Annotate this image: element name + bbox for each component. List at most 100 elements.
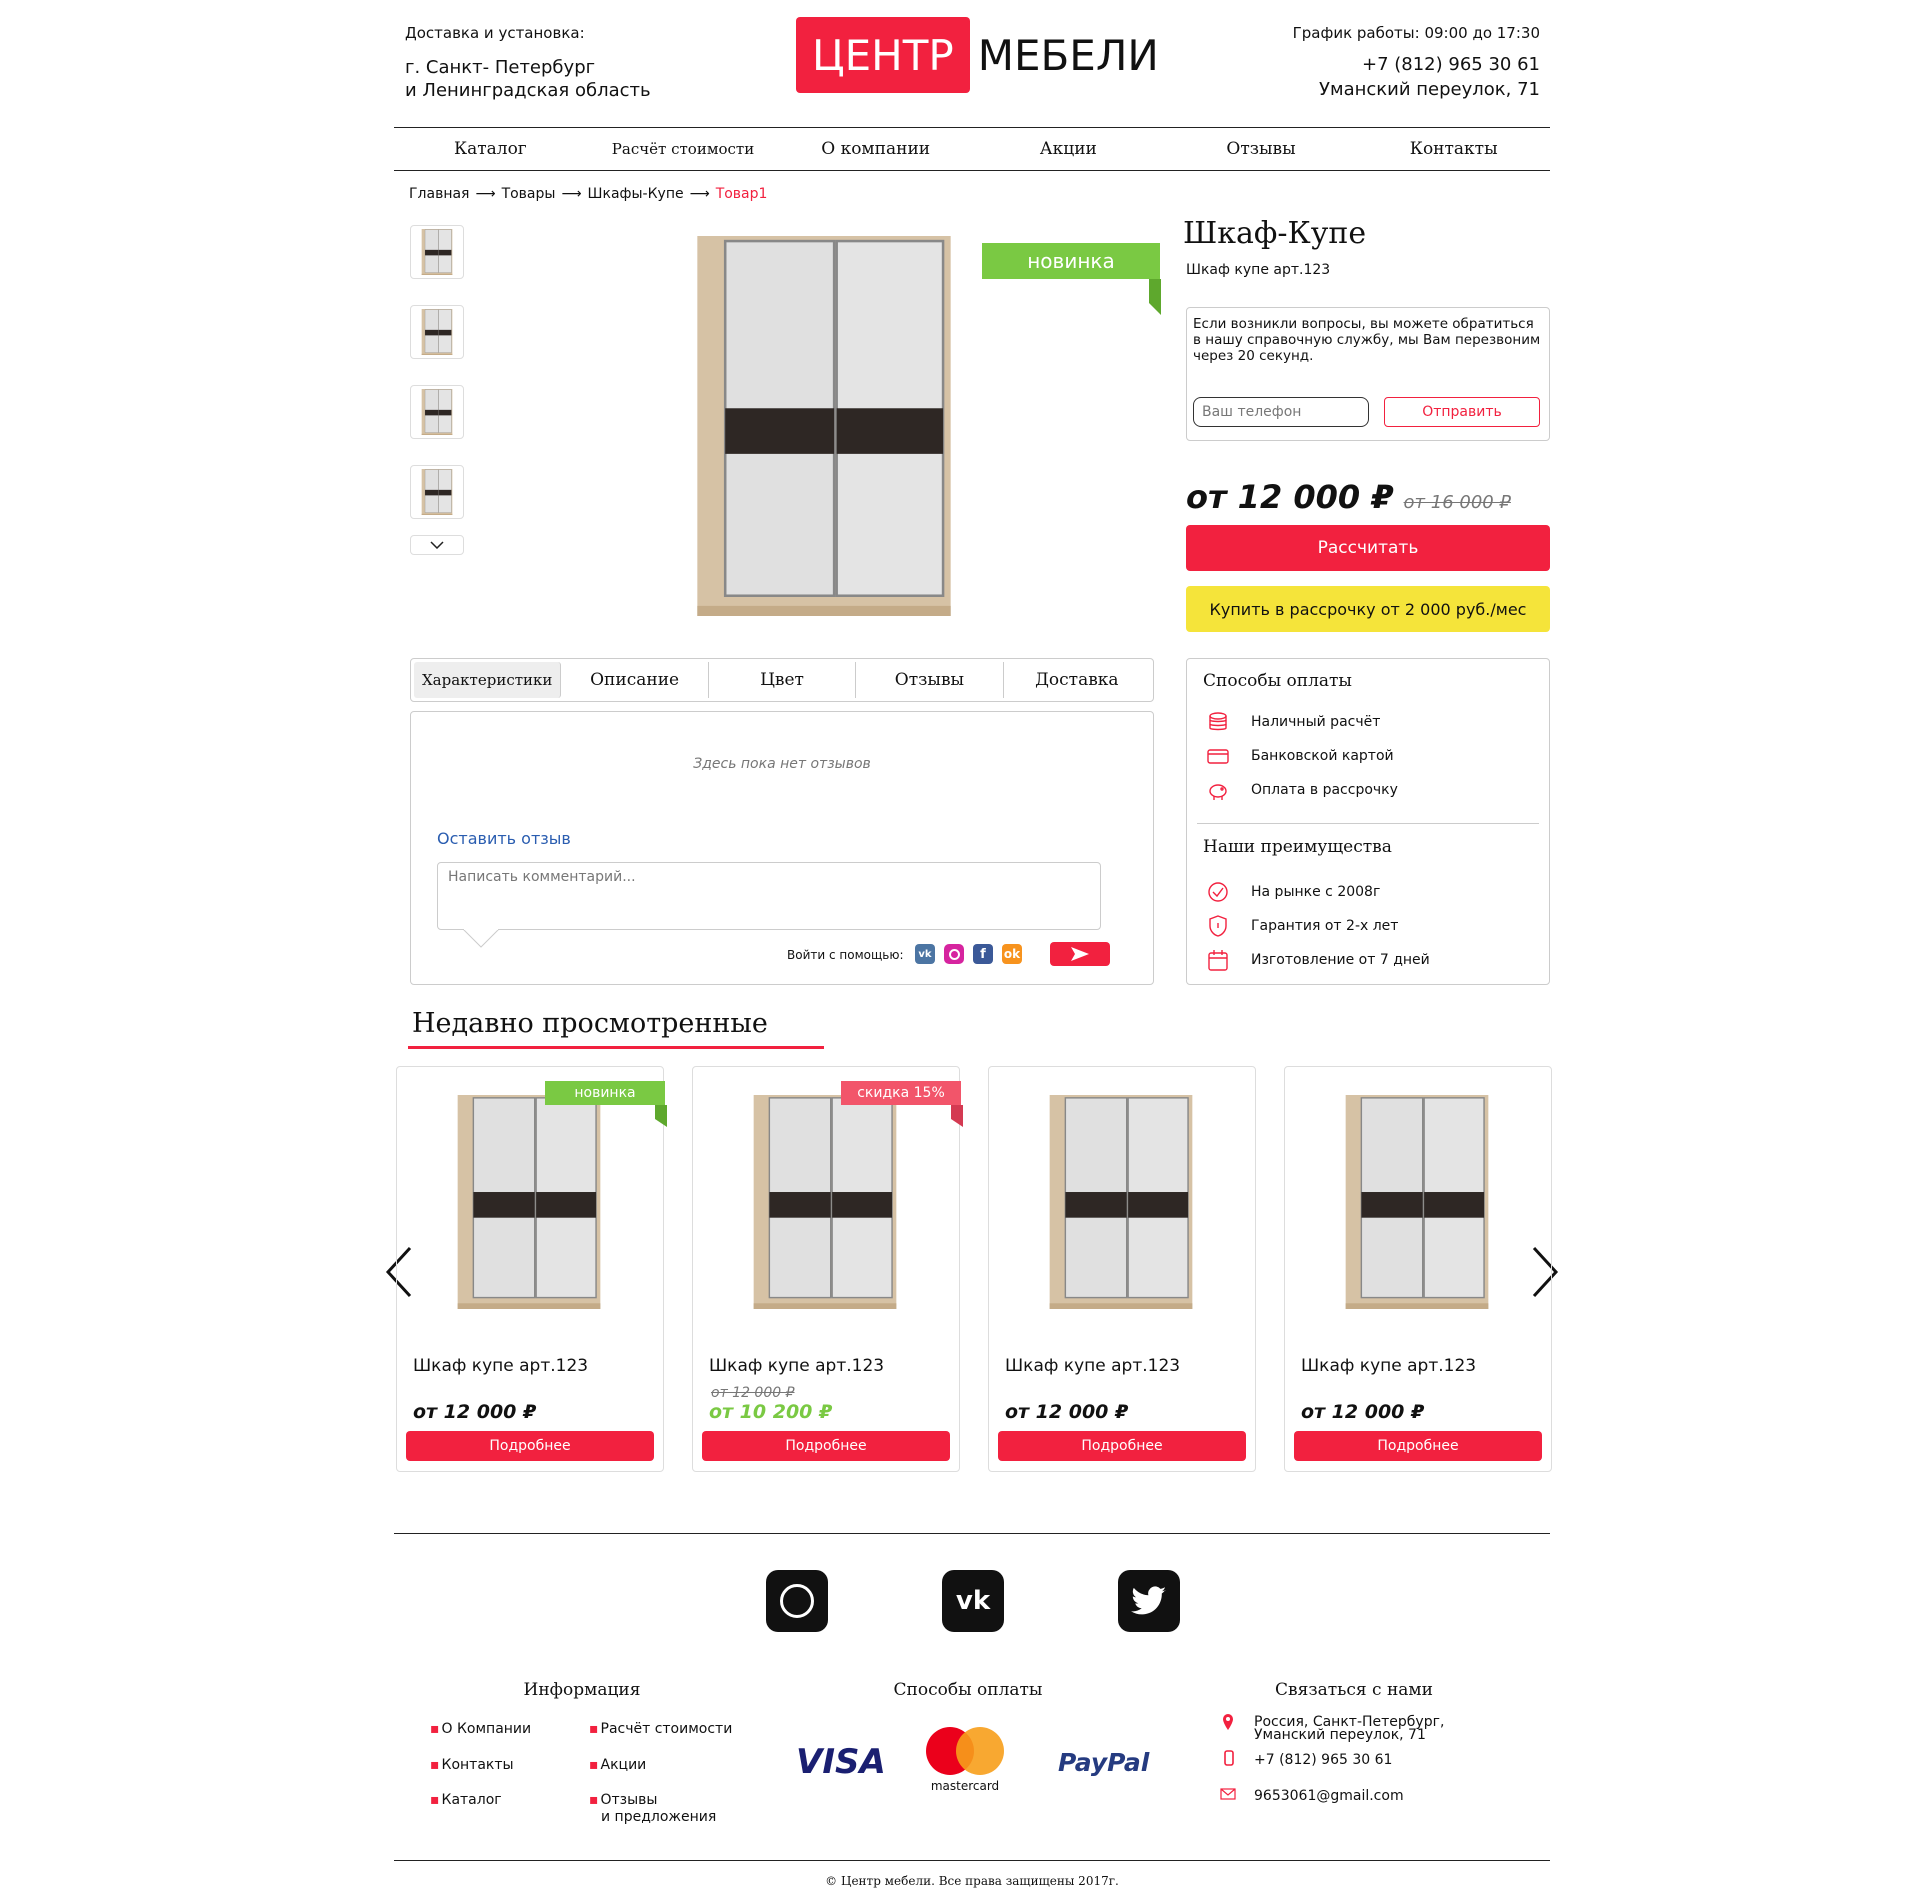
city-line-1: г. Санкт- Петербург bbox=[405, 57, 596, 78]
card-image bbox=[449, 1095, 609, 1309]
nav-calc[interactable]: Расчёт стоимости bbox=[587, 140, 780, 158]
footer-link-reviews[interactable]: ▪ Отзывы и предложения bbox=[589, 1792, 716, 1826]
details-button[interactable]: Подробнее bbox=[406, 1431, 654, 1461]
payment-title: Способы оплаты bbox=[893, 1680, 1043, 1700]
nav-about[interactable]: О компании bbox=[779, 139, 972, 159]
price-block: от 12 000 ₽ от 16 000 ₽ bbox=[1186, 478, 1511, 516]
details-button[interactable]: Подробнее bbox=[702, 1431, 950, 1461]
info-sidebar: Способы оплаты Наличный расчёт Банковско… bbox=[1186, 658, 1550, 985]
callback-box: Если возникли вопросы, вы можете обратит… bbox=[1186, 307, 1550, 441]
callback-text: Если возникли вопросы, вы можете обратит… bbox=[1193, 316, 1541, 364]
chevron-down-icon[interactable] bbox=[410, 535, 464, 555]
details-button[interactable]: Подробнее bbox=[1294, 1431, 1542, 1461]
logo-black-part: МЕБЕЛИ bbox=[977, 30, 1159, 80]
tab-delivery[interactable]: Доставка bbox=[1004, 662, 1150, 698]
link-label: Отзывы bbox=[600, 1792, 658, 1808]
phone-input[interactable]: Ваш телефон bbox=[1193, 397, 1369, 427]
footer-link-contacts[interactable]: ▪ Контакты bbox=[430, 1757, 514, 1774]
installment-button[interactable]: Купить в рассрочку от 2 000 руб./мес bbox=[1186, 586, 1550, 632]
nav-reviews[interactable]: Отзывы bbox=[1165, 139, 1358, 159]
payment-cash: Наличный расчёт bbox=[1251, 714, 1381, 730]
footer-link-about[interactable]: ▪ О Компании bbox=[430, 1721, 531, 1738]
recent-title: Недавно просмотренные bbox=[412, 1008, 768, 1039]
leave-review-link[interactable]: Оставить отзыв bbox=[437, 829, 571, 848]
bullet: ▪ bbox=[589, 1792, 599, 1808]
advantages-title: Наши преимущества bbox=[1203, 837, 1392, 857]
phone-icon bbox=[1224, 1750, 1234, 1766]
payment-card: Банковской картой bbox=[1251, 748, 1394, 764]
footer-bottom-divider bbox=[394, 1860, 1550, 1861]
facebook-icon[interactable]: f bbox=[973, 944, 993, 964]
sale-badge: скидка 15% bbox=[841, 1081, 961, 1105]
product-card[interactable]: Шкаф купе арт.123 от 12 000 ₽ Подробнее bbox=[1284, 1066, 1552, 1472]
comment-input[interactable]: Написать комментарий... bbox=[437, 862, 1101, 930]
crumb-goods[interactable]: Товары bbox=[502, 186, 556, 202]
odnoklassniki-icon[interactable]: ok bbox=[1002, 944, 1022, 964]
product-thumbnail[interactable] bbox=[410, 225, 464, 279]
comment-tail bbox=[463, 929, 499, 948]
ribbon-fold bbox=[951, 1105, 963, 1127]
calculate-button[interactable]: Рассчитать bbox=[1186, 525, 1550, 571]
twitter-icon[interactable] bbox=[1118, 1570, 1180, 1632]
mastercard-label: mastercard bbox=[930, 1779, 1000, 1793]
footer-phone[interactable]: +7 (812) 965 30 61 bbox=[1254, 1752, 1392, 1769]
product-thumbnail[interactable] bbox=[410, 465, 464, 519]
nav-contacts[interactable]: Контакты bbox=[1357, 139, 1550, 159]
crumb-home[interactable]: Главная bbox=[409, 186, 469, 202]
crumb-wardrobes[interactable]: Шкафы-Купе bbox=[588, 186, 684, 202]
arrow-right-icon: ⟶ bbox=[689, 186, 710, 202]
footer-link-catalog[interactable]: ▪ Каталог bbox=[430, 1792, 502, 1809]
credit-card-icon bbox=[1207, 749, 1229, 764]
location-pin-icon bbox=[1223, 1714, 1233, 1730]
contact-title: Связаться с нами bbox=[1275, 1680, 1433, 1700]
card-name: Шкаф купе арт.123 bbox=[709, 1356, 885, 1376]
tab-description[interactable]: Описание bbox=[561, 662, 709, 698]
footer-link-calc[interactable]: ▪ Расчёт стоимости bbox=[589, 1721, 732, 1738]
link-label: Контакты bbox=[441, 1757, 514, 1773]
site-logo[interactable]: ЦЕНТР МЕБЕЛИ bbox=[796, 17, 1159, 93]
card-price: от 12 000 ₽ bbox=[1301, 1401, 1425, 1423]
nav-promos[interactable]: Акции bbox=[972, 139, 1165, 159]
details-button[interactable]: Подробнее bbox=[998, 1431, 1246, 1461]
payment-methods-title: Способы оплаты bbox=[1203, 671, 1352, 691]
tab-color[interactable]: Цвет bbox=[709, 662, 857, 698]
contact-info: График работы: 09:00 до 17:30 +7 (812) 9… bbox=[1293, 24, 1540, 102]
tab-characteristics[interactable]: Характеристики bbox=[414, 662, 562, 698]
link-label: О Компании bbox=[441, 1721, 532, 1737]
send-button[interactable]: Отправить bbox=[1384, 397, 1540, 427]
footer-email[interactable]: 9653061@gmail.com bbox=[1254, 1788, 1404, 1805]
header-phone[interactable]: +7 (812) 965 30 61 bbox=[1293, 52, 1540, 77]
tab-reviews[interactable]: Отзывы bbox=[856, 662, 1004, 698]
bullet: ▪ bbox=[589, 1721, 599, 1737]
link-label-2: и предложения bbox=[601, 1809, 717, 1825]
badge-label: скидка 15% bbox=[857, 1085, 945, 1101]
product-title: Шкаф-Купе bbox=[1183, 216, 1367, 251]
card-image bbox=[1337, 1095, 1497, 1309]
link-label: Каталог bbox=[441, 1792, 502, 1808]
footer-link-promos[interactable]: ▪ Акции bbox=[589, 1757, 646, 1774]
product-thumbnail[interactable] bbox=[410, 305, 464, 359]
vk-icon[interactable]: vk bbox=[915, 944, 935, 964]
vk-icon[interactable]: vk bbox=[942, 1570, 1004, 1632]
ribbon-fold bbox=[1149, 279, 1161, 315]
instagram-icon[interactable] bbox=[766, 1570, 828, 1632]
card-image bbox=[1041, 1095, 1201, 1309]
bullet: ▪ bbox=[430, 1757, 440, 1773]
link-label: Акции bbox=[600, 1757, 647, 1773]
product-thumbnail[interactable] bbox=[410, 385, 464, 439]
product-tabs: Характеристики Описание Цвет Отзывы Дост… bbox=[410, 658, 1154, 702]
delivery-info: Доставка и установка: г. Санкт- Петербур… bbox=[405, 24, 651, 102]
link-label: Расчёт стоимости bbox=[600, 1721, 733, 1737]
product-card[interactable]: новинка Шкаф купе арт.123 от 12 000 ₽ По… bbox=[396, 1066, 667, 1472]
instagram-icon[interactable] bbox=[944, 944, 964, 964]
product-card[interactable]: Шкаф купе арт.123 от 12 000 ₽ Подробнее bbox=[988, 1066, 1256, 1472]
new-badge-label: новинка bbox=[1027, 249, 1115, 273]
bullet: ▪ bbox=[430, 1721, 440, 1737]
nav-catalog[interactable]: Каталог bbox=[394, 139, 587, 159]
card-name: Шкаф купе арт.123 bbox=[413, 1356, 589, 1376]
divider bbox=[1197, 823, 1539, 824]
paypal-logo: PayPal bbox=[1058, 1748, 1150, 1777]
submit-review-button[interactable] bbox=[1050, 942, 1110, 966]
header-address: Уманский переулок, 71 bbox=[1319, 79, 1540, 100]
product-card[interactable]: скидка 15% Шкаф купе арт.123 от 12 000 ₽… bbox=[692, 1066, 963, 1472]
